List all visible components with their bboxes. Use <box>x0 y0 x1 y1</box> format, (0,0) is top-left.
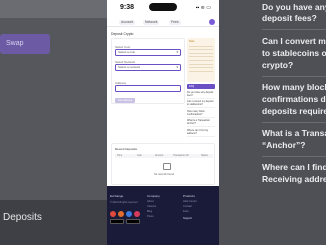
column-header: Amount <box>155 154 164 157</box>
status-bar: 9:38 ▪▪ ≋ ▭ <box>107 0 219 18</box>
bg-faq-line: crypto? <box>262 60 294 70</box>
empty-box-icon <box>163 163 171 170</box>
column-header: Status <box>201 154 208 157</box>
signal-battery-icon: ▪▪ ≋ ▭ <box>195 5 211 11</box>
footer-brand: Exchange <box>110 194 124 198</box>
footer-column-heading: Products <box>183 194 195 198</box>
bg-faq-line: Do you have any <box>262 2 326 12</box>
column-header: Transaction ID <box>173 154 189 157</box>
bg-faq-line: to stablecoins o <box>262 48 326 58</box>
bg-faq-line: deposits require <box>262 106 326 116</box>
bg-faq-line: Can I convert m <box>262 36 326 46</box>
get-address-button[interactable]: Get Address <box>115 98 135 103</box>
faq-item[interactable]: How many block confirmations? <box>187 110 215 118</box>
footer-link[interactable]: Careers <box>147 205 156 208</box>
dynamic-island <box>149 3 177 11</box>
background-header <box>0 0 107 18</box>
top-chip-account[interactable]: Account <box>119 20 136 25</box>
social-icon[interactable] <box>134 211 140 217</box>
footer-subtext: © 2024 All rights reserved <box>110 201 138 204</box>
faq-item[interactable]: Where can I find my address? <box>187 129 215 137</box>
column-header: Time <box>117 154 123 157</box>
top-chip-network[interactable]: Network <box>143 20 160 25</box>
faq-item[interactable]: What is a Transaction Anchor? <box>187 119 215 128</box>
bg-faq-divider <box>262 76 326 77</box>
top-chip-fees[interactable]: Fees <box>169 20 181 25</box>
bg-faq-divider <box>262 156 326 157</box>
deposit-form-card: Select Coin Select a coin ▾ Select Netwo… <box>111 38 185 104</box>
recent-title: Recent Deposits <box>115 147 138 151</box>
top-navigation: Account Network Fees <box>107 18 219 27</box>
bg-faq-line: confirmations d <box>262 94 326 104</box>
address-field[interactable] <box>115 85 181 92</box>
background-button: Swap <box>0 34 50 54</box>
footer-link[interactable]: Fees <box>183 210 189 213</box>
play-store-badge[interactable] <box>126 219 140 224</box>
bg-faq-divider <box>262 122 326 123</box>
faq-header: FAQ <box>187 84 215 89</box>
faq-item[interactable]: Can I convert my deposit to stablecoins? <box>187 100 215 109</box>
recent-deposits-card: Recent Deposits Time Coin Amount Transac… <box>111 143 215 185</box>
bg-faq-line: deposit fees? <box>262 13 317 23</box>
notice-title: Note <box>189 40 195 43</box>
footer-link[interactable]: Blog <box>147 210 152 213</box>
sidebar: Note FAQ Do you have any deposit fees? C… <box>187 38 215 137</box>
social-icon[interactable] <box>126 211 132 217</box>
avatar[interactable] <box>209 19 215 25</box>
footer-link[interactable]: Help Center <box>183 200 197 203</box>
bg-faq-line: “Anchor”? <box>262 140 306 150</box>
coin-select[interactable]: Select a coin ▾ <box>115 49 181 56</box>
bg-faq-line: Receiving addres <box>262 174 326 184</box>
coin-select-value: Select a coin <box>118 50 136 54</box>
footer-link[interactable]: Press <box>147 215 154 218</box>
network-select-value: Select a network <box>118 65 141 69</box>
faq-item[interactable]: Do you have any deposit fees? <box>187 91 215 99</box>
phone-screen: 9:38 ▪▪ ≋ ▭ Account Network Fees Deposit… <box>107 0 219 245</box>
footer-link[interactable]: Contact <box>183 205 192 208</box>
social-icon[interactable] <box>110 211 116 217</box>
footer-column-heading: Company <box>147 194 160 198</box>
bg-faq-line: Where can I find <box>262 162 326 172</box>
chevron-down-icon: ▾ <box>176 65 178 69</box>
bg-faq-line: How many block <box>262 82 326 92</box>
network-select[interactable]: Select a network ▾ <box>115 64 181 71</box>
social-icon[interactable] <box>118 211 124 217</box>
table-header: Time Coin Amount Transaction ID Status <box>115 154 213 158</box>
chevron-down-icon: ▾ <box>176 50 178 54</box>
notice-box: Note <box>187 38 215 82</box>
footer: Exchange Company Products © 2024 All rig… <box>107 186 219 245</box>
bg-faq-divider <box>262 29 326 30</box>
column-header: Coin <box>137 154 142 157</box>
status-time: 9:38 <box>120 4 135 11</box>
bg-faq-line: What is a Transa <box>262 128 326 138</box>
empty-state-text: No records found <box>154 173 174 176</box>
section-title: Deposit Crypto <box>111 32 134 36</box>
footer-link[interactable]: About <box>147 200 154 203</box>
background-deposits-heading: Deposits <box>3 212 42 223</box>
app-store-badge[interactable] <box>110 219 124 224</box>
footer-column-heading: Support <box>183 217 193 220</box>
